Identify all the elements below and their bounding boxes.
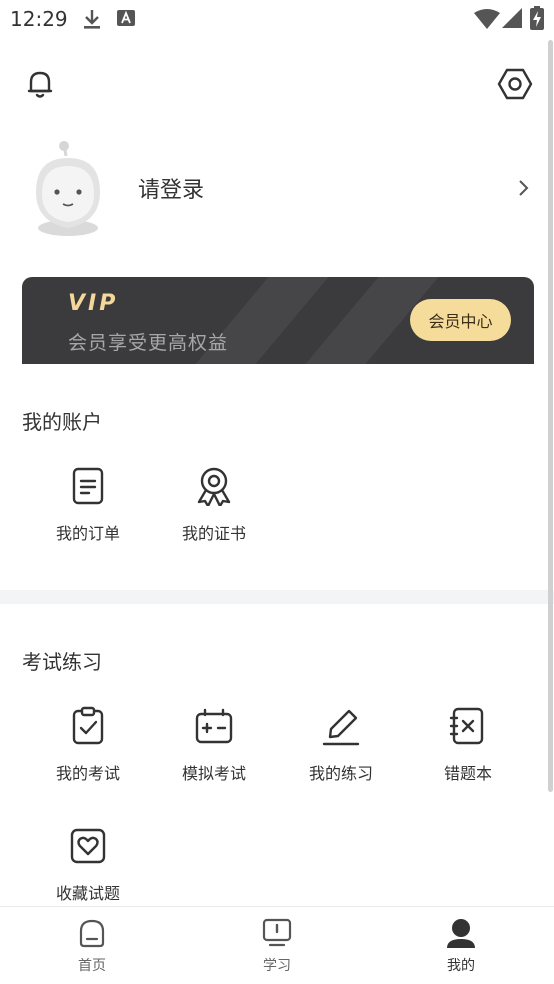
nav-study[interactable]: 学习 <box>232 917 322 975</box>
vip-title: VIP <box>68 291 119 316</box>
status-bar: 12:29 <box>0 0 554 38</box>
chevron-right-icon[interactable] <box>514 178 534 198</box>
bell-icon[interactable] <box>22 66 58 102</box>
user-icon <box>447 919 475 948</box>
member-center-button[interactable]: 会员中心 <box>410 299 511 341</box>
bottom-nav: 首页 学习 我的 <box>0 906 554 984</box>
nav-home-label: 首页 <box>78 958 106 974</box>
vip-banner[interactable]: VIP 会员享受更高权益 会员中心 <box>22 277 534 364</box>
robot-avatar-icon[interactable] <box>28 140 108 240</box>
my-certificates-item[interactable]: 我的证书 <box>159 466 269 544</box>
wrong-questions-label: 错题本 <box>443 764 492 783</box>
account-section-title: 我的账户 <box>22 410 102 434</box>
scrollbar[interactable] <box>548 40 553 792</box>
my-orders-label: 我的订单 <box>55 524 120 543</box>
my-orders-item[interactable]: 我的订单 <box>33 466 143 544</box>
battery-plus-minus-icon <box>195 708 233 744</box>
mock-exam-label: 模拟考试 <box>181 764 246 783</box>
section-divider <box>0 590 554 604</box>
my-exams-label: 我的考试 <box>55 764 120 783</box>
pencil-icon <box>322 709 360 746</box>
vip-subtitle: 会员享受更高权益 <box>68 332 229 354</box>
saved-questions-label: 收藏试题 <box>55 884 120 903</box>
status-time: 12:29 <box>10 7 68 31</box>
my-practice-label: 我的练习 <box>308 764 373 783</box>
nav-mine-label: 我的 <box>447 958 475 974</box>
battery-charging-icon <box>530 6 544 30</box>
my-certificates-label: 我的证书 <box>181 524 246 543</box>
nav-home[interactable]: 首页 <box>47 917 137 975</box>
heart-frame-icon <box>70 828 106 864</box>
keyboard-a-icon <box>117 10 135 26</box>
home-icon <box>79 919 105 948</box>
wrong-questions-item[interactable]: 错题本 <box>413 706 523 784</box>
nav-study-label: 学习 <box>263 958 291 974</box>
signal-icon <box>502 8 522 28</box>
wifi-icon <box>474 9 500 29</box>
exam-section-title: 考试练习 <box>22 650 102 674</box>
login-prompt[interactable]: 请登录 <box>138 172 204 204</box>
my-exams-item[interactable]: 我的考试 <box>33 706 143 784</box>
download-icon <box>84 10 100 29</box>
saved-questions-item[interactable]: 收藏试题 <box>33 826 143 904</box>
my-practice-item[interactable]: 我的练习 <box>286 706 396 784</box>
certificate-badge-icon <box>197 467 231 506</box>
nav-mine[interactable]: 我的 <box>416 917 506 975</box>
clipboard-check-icon <box>72 706 104 745</box>
study-icon <box>262 918 292 947</box>
order-document-icon <box>72 467 104 505</box>
wrong-notebook-icon <box>449 707 484 745</box>
mock-exam-item[interactable]: 模拟考试 <box>159 706 269 784</box>
hexagon-settings-icon[interactable] <box>497 66 533 102</box>
